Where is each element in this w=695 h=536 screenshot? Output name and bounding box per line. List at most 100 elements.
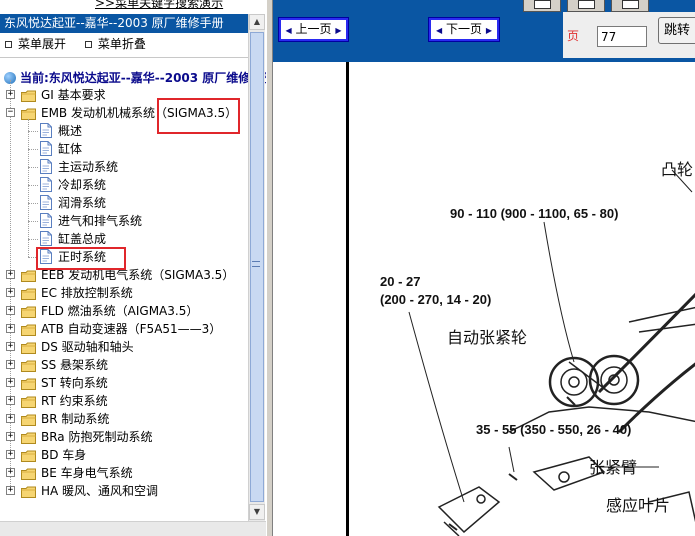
menu-expand-button[interactable]: 菜单展开: [5, 34, 66, 54]
tree-node-label: HA 暖风、通风和空调: [41, 484, 159, 498]
tree-node[interactable]: + ATB 自动变速器（F5A51——3）: [0, 320, 260, 338]
tree-leaf-label: 概述: [58, 124, 83, 138]
folder-icon: [21, 323, 36, 336]
tree-guide-line: [28, 119, 29, 257]
document-icon: [40, 123, 52, 138]
tree-leaf-label: 进气和排气系统: [58, 214, 143, 228]
tree-leaf[interactable]: 缸体: [0, 140, 260, 158]
tree-node-label: BE 车身电气系统: [41, 466, 133, 480]
expand-toggle-icon[interactable]: +: [6, 450, 15, 459]
tree-node-label: GI 基本要求: [41, 88, 106, 102]
document-icon: [40, 141, 52, 156]
folder-icon: [21, 359, 36, 372]
tree-guide-line: [28, 131, 38, 132]
tree-node-label: ST 转向系统: [41, 376, 108, 390]
menu-bar: 菜单展开 菜单折叠: [0, 34, 248, 54]
expand-toggle-icon[interactable]: +: [6, 396, 15, 405]
expand-toggle-icon[interactable]: +: [6, 342, 15, 351]
square-icon: [5, 41, 12, 48]
expand-toggle-icon[interactable]: +: [6, 432, 15, 441]
tree-guide-line: [28, 167, 38, 168]
tree-node[interactable]: + BE 车身电气系统: [0, 464, 260, 482]
document-icon: [40, 231, 52, 246]
sensor-blade-label: 感应叶片: [606, 496, 671, 515]
tree-leaf[interactable]: 缸盖总成: [0, 230, 260, 248]
prev-page-button[interactable]: ◀ 上一页 ▶: [278, 17, 349, 42]
document-icon: [40, 159, 52, 174]
folder-icon: [21, 485, 36, 498]
tree-node[interactable]: + BRa 防抱死制动系统: [0, 428, 260, 446]
tree-leaf-label: 主运动系统: [58, 160, 119, 174]
menu-collapse-button[interactable]: 菜单折叠: [84, 34, 146, 54]
arrow-left-icon: ◀: [285, 26, 292, 35]
tree-node[interactable]: + FLD 燃油系统（AIGMA3.5）: [0, 302, 260, 320]
folder-open-icon: [21, 107, 36, 120]
tensioner-arm-label: 张紧臂: [589, 458, 638, 477]
scroll-down-arrow-icon[interactable]: ▼: [249, 504, 265, 520]
tree-node[interactable]: + RT 约束系统: [0, 392, 260, 410]
current-node-label[interactable]: 当前:东风悦达起亚--嘉华--2003 原厂维修手册: [4, 69, 266, 87]
expand-toggle-icon[interactable]: +: [6, 468, 15, 477]
keyword-search-link[interactable]: >>菜单关键字搜索演示: [95, 0, 223, 11]
arrow-right-icon: ▶: [485, 26, 492, 35]
tree-leaf[interactable]: 润滑系统: [0, 194, 260, 212]
scroll-thumb[interactable]: [250, 32, 264, 502]
expand-toggle-icon[interactable]: +: [6, 378, 15, 387]
expand-toggle-icon[interactable]: +: [6, 270, 15, 279]
folder-icon: [21, 269, 36, 282]
document-icon: [40, 195, 52, 210]
vertical-scrollbar[interactable]: ▲ ▼: [248, 14, 265, 521]
document-icon: [40, 213, 52, 228]
collapse-toggle-icon[interactable]: −: [6, 108, 15, 117]
folder-icon: [21, 305, 36, 318]
folder-icon: [21, 287, 36, 300]
expand-toggle-icon[interactable]: +: [6, 288, 15, 297]
folder-icon: [21, 341, 36, 354]
folder-icon: [21, 467, 36, 480]
tree-node[interactable]: + BR 制动系统: [0, 410, 260, 428]
tree-leaf[interactable]: 进气和排气系统: [0, 212, 260, 230]
torque-spec-2b: (200 - 270, 14 - 20): [380, 292, 492, 307]
tree-node-label: BRa 防抱死制动系统: [41, 430, 153, 444]
expand-toggle-icon[interactable]: +: [6, 324, 15, 333]
tree-leaf-label: 缸盖总成: [58, 232, 107, 246]
torque-spec-3: 35 - 55 (350 - 550, 26 - 40): [476, 422, 632, 437]
tree-node[interactable]: + SS 悬架系统: [0, 356, 260, 374]
expand-toggle-icon[interactable]: +: [6, 90, 15, 99]
expand-toggle-icon[interactable]: +: [6, 306, 15, 315]
tree-leaf[interactable]: 主运动系统: [0, 158, 260, 176]
tree-leaf[interactable]: 冷却系统: [0, 176, 260, 194]
expand-toggle-icon[interactable]: +: [6, 414, 15, 423]
manual-title: 东风悦达起亚--嘉华--2003 原厂维修手册: [0, 14, 248, 33]
tensioner-pulley-label: 自动张紧轮: [447, 328, 528, 347]
torque-spec-2a: 20 - 27: [380, 274, 421, 289]
tree-guide-line: [28, 221, 38, 222]
folder-icon: [21, 413, 36, 426]
tree-guide-line: [28, 185, 38, 186]
expand-toggle-icon[interactable]: +: [6, 360, 15, 369]
tree-node[interactable]: + DS 驱动轴和轴头: [0, 338, 260, 356]
tree-node-label: DS 驱动轴和轴头: [41, 340, 134, 354]
go-button[interactable]: 跳转: [658, 17, 695, 44]
tree-leaf-label: 缸体: [58, 142, 83, 156]
page-number-input[interactable]: [597, 26, 647, 47]
folder-icon: [21, 395, 36, 408]
toolbar-window-button[interactable]: [567, 0, 605, 12]
tree-node[interactable]: + HA 暖风、通风和空调: [0, 482, 260, 500]
pane-splitter[interactable]: [266, 0, 273, 536]
toolbar-window-button[interactable]: [523, 0, 561, 12]
tree-node-label: RT 约束系统: [41, 394, 108, 408]
tree-node[interactable]: + ST 转向系统: [0, 374, 260, 392]
horizontal-scrollbar[interactable]: [0, 521, 266, 536]
tree-node[interactable]: + BD 车身: [0, 446, 260, 464]
next-page-button[interactable]: ◀ 下一页 ▶: [428, 17, 500, 42]
window-icon: [578, 0, 595, 9]
tree-node-label: EC 排放控制系统: [41, 286, 133, 300]
scroll-up-arrow-icon[interactable]: ▲: [249, 14, 265, 30]
toolbar-window-button[interactable]: [611, 0, 649, 12]
folder-icon: [21, 431, 36, 444]
tree-node[interactable]: + EC 排放控制系统: [0, 284, 260, 302]
expand-toggle-icon[interactable]: +: [6, 486, 15, 495]
cam-label: 凸轮: [661, 160, 694, 179]
tree-leaf-label: 润滑系统: [58, 196, 107, 210]
